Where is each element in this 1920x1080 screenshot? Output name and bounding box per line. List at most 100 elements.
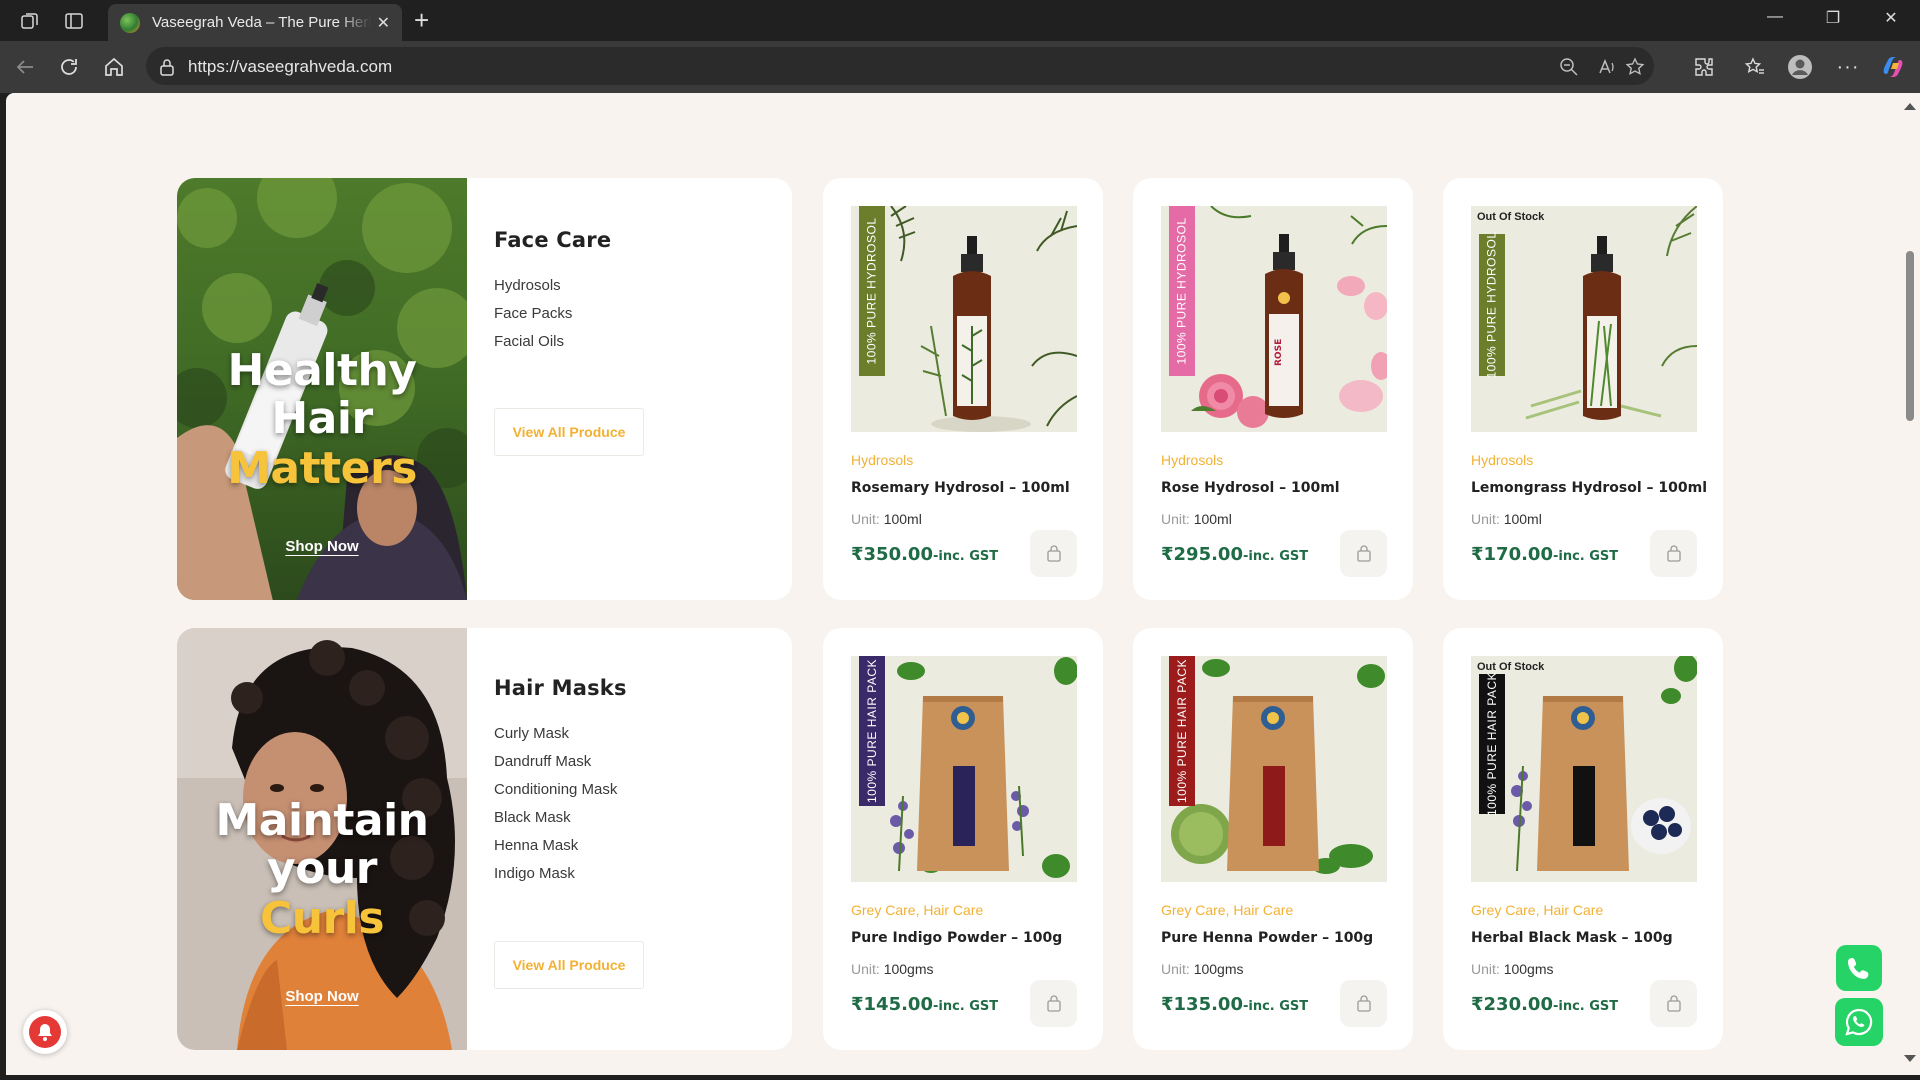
banner-healthy-hair[interactable]: Healthy Hair Matters Shop Now [177,178,467,600]
favorites-icon[interactable] [1742,54,1768,80]
banner-line2: your [267,843,377,894]
zoom-icon[interactable] [1558,56,1580,78]
product-image[interactable]: 100% PURE HAIR PACK [851,656,1077,882]
close-window-icon[interactable]: ✕ [1876,8,1906,28]
read-aloud-icon[interactable] [1596,56,1618,78]
product-unit: Unit: 100gms [851,961,934,977]
product-category[interactable]: Grey Care, Hair Care [1471,902,1603,918]
product-category[interactable]: Grey Care, Hair Care [1161,902,1293,918]
product-name[interactable]: Rose Hydrosol – 100ml [1161,480,1340,496]
page-viewport: Healthy Hair Matters Shop Now Face Care … [6,93,1898,1075]
product-price: ₹135.00-inc. GST [1161,994,1309,1015]
phone-call-button[interactable] [1836,945,1882,991]
category-link[interactable]: Conditioning Mask [494,776,617,804]
view-all-produce-button[interactable]: View All Produce [494,408,644,456]
shop-now-link[interactable]: Shop Now [177,988,467,1005]
extensions-icon[interactable] [1691,54,1717,80]
new-tab-icon[interactable]: + [414,6,429,34]
address-bar[interactable]: https://vaseegrahveda.com [146,47,1654,85]
category-link[interactable]: Indigo Mask [494,860,617,888]
add-to-cart-button[interactable] [1030,530,1077,577]
product-image[interactable]: 100% PURE HYDROSOL [851,206,1077,432]
scroll-up-icon[interactable] [1904,103,1916,110]
browser-toolbar: https://vaseegrahveda.com ··· [0,41,1920,93]
product-name[interactable]: Pure Henna Powder – 100g [1161,930,1373,946]
product-card[interactable]: 100% PURE HYDROSOL Out Of Stock Hydrosol… [1443,178,1723,600]
copilot-icon[interactable] [1880,54,1906,80]
home-icon[interactable] [101,54,127,80]
product-card[interactable]: 100% PURE HAIR PACK Grey Care, Hair Care… [823,628,1103,1050]
category-link[interactable]: Facial Oils [494,328,572,356]
category-link[interactable]: Curly Mask [494,720,617,748]
product-band: 100% PURE HAIR PACK [1169,656,1195,806]
product-image[interactable]: 100% PURE HYDROSOL Out Of Stock [1471,206,1697,432]
product-image[interactable]: ROSE 100% PURE HYDROSOL [1161,206,1387,432]
scrollbar-thumb[interactable] [1906,251,1914,421]
favorite-star-icon[interactable] [1624,56,1646,78]
shopping-bag-icon [1666,544,1681,562]
restore-icon[interactable]: ❐ [1818,8,1848,28]
shopping-bag-icon [1046,544,1061,562]
category-link[interactable]: Henna Mask [494,832,617,860]
svg-text:ROSE: ROSE [1274,339,1284,366]
category-link[interactable]: Black Mask [494,804,617,832]
view-all-produce-button[interactable]: View All Produce [494,941,644,989]
workspaces-icon[interactable] [18,9,42,33]
product-name[interactable]: Rosemary Hydrosol – 100ml [851,480,1070,496]
product-unit: Unit: 100ml [1471,511,1542,527]
add-to-cart-button[interactable] [1340,530,1387,577]
product-name[interactable]: Lemongrass Hydrosol – 100ml [1471,480,1707,496]
shop-now-link[interactable]: Shop Now [177,538,467,555]
banner-line2: Hair [271,393,373,444]
lock-icon[interactable] [156,56,178,78]
bell-icon [29,1016,61,1048]
product-unit: Unit: 100gms [1161,961,1244,977]
product-price: ₹145.00-inc. GST [851,994,999,1015]
product-band: 100% PURE HYDROSOL [1479,231,1505,379]
active-tab[interactable]: Vaseegrah Veda – The Pure Herbal ✕ [108,4,402,41]
shopping-bag-icon [1356,994,1371,1012]
product-name[interactable]: Herbal Black Mask – 100g [1471,930,1673,946]
page-scrollbar[interactable] [1898,93,1920,1075]
category-links: Curly Mask Dandruff Mask Conditioning Ma… [494,720,617,888]
vertical-tabs-icon[interactable] [62,9,86,33]
product-band: 100% PURE HYDROSOL [859,206,885,376]
whatsapp-button[interactable] [1835,998,1883,1046]
minimize-icon[interactable]: — [1760,8,1790,26]
close-tab-icon[interactable]: ✕ [377,13,390,33]
product-card[interactable]: ROSE 100% PURE HYDROSOL Hydrosols Rose H… [1133,178,1413,600]
site-favicon-icon [120,12,140,33]
product-card[interactable]: 100% PURE HYDROSOL Hydrosols Rosemary Hy… [823,178,1103,600]
product-price: ₹295.00-inc. GST [1161,544,1309,565]
notification-bell-button[interactable] [23,1010,67,1054]
product-price: ₹230.00-inc. GST [1471,994,1619,1015]
product-category[interactable]: Hydrosols [1471,452,1533,468]
shopping-bag-icon [1356,544,1371,562]
product-card[interactable]: 100% PURE HAIR PACK Out Of Stock Grey Ca… [1443,628,1723,1050]
product-image[interactable]: 100% PURE HAIR PACK [1161,656,1387,882]
more-menu-icon[interactable]: ··· [1835,54,1861,80]
category-link[interactable]: Dandruff Mask [494,748,617,776]
product-image[interactable]: 100% PURE HAIR PACK Out Of Stock [1471,656,1697,882]
product-card[interactable]: 100% PURE HAIR PACK Grey Care, Hair Care… [1133,628,1413,1050]
category-link[interactable]: Hydrosols [494,272,572,300]
banner-maintain-curls[interactable]: Maintain your Curls Shop Now [177,628,467,1050]
product-category[interactable]: Hydrosols [1161,452,1223,468]
scroll-down-icon[interactable] [1904,1055,1916,1062]
out-of-stock-badge: Out Of Stock [1477,661,1545,673]
product-category[interactable]: Grey Care, Hair Care [851,902,983,918]
add-to-cart-button[interactable] [1650,980,1697,1027]
product-price: ₹350.00-inc. GST [851,544,999,565]
back-icon[interactable] [12,54,38,80]
add-to-cart-button[interactable] [1650,530,1697,577]
url-text[interactable]: https://vaseegrahveda.com [188,57,392,77]
category-card-face-care: Healthy Hair Matters Shop Now Face Care … [177,178,792,600]
add-to-cart-button[interactable] [1340,980,1387,1027]
add-to-cart-button[interactable] [1030,980,1077,1027]
product-name[interactable]: Pure Indigo Powder – 100g [851,930,1062,946]
product-category[interactable]: Hydrosols [851,452,913,468]
profile-avatar-icon[interactable] [1787,54,1813,80]
category-link[interactable]: Face Packs [494,300,572,328]
refresh-icon[interactable] [56,54,82,80]
category-title: Hair Masks [494,676,627,700]
